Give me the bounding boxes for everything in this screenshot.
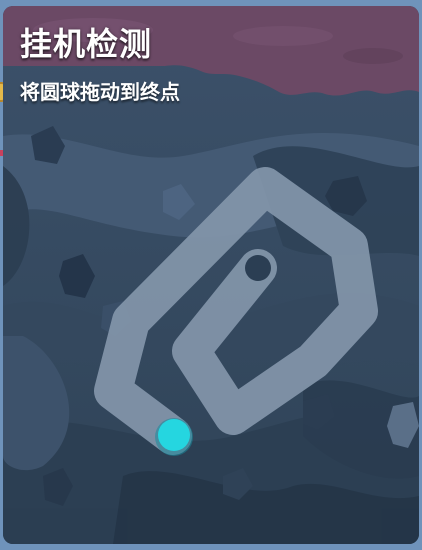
captcha-panel: 挂机检测 将圆球拖动到终点 (3, 6, 419, 544)
dialog-title: 挂机检测 (20, 25, 153, 63)
instruction-text: 将圆球拖动到终点 (20, 80, 180, 104)
end-point-marker (245, 255, 271, 281)
screen: 挂机检测 将圆球拖动到终点 (0, 0, 422, 550)
draggable-ball[interactable] (158, 419, 190, 451)
